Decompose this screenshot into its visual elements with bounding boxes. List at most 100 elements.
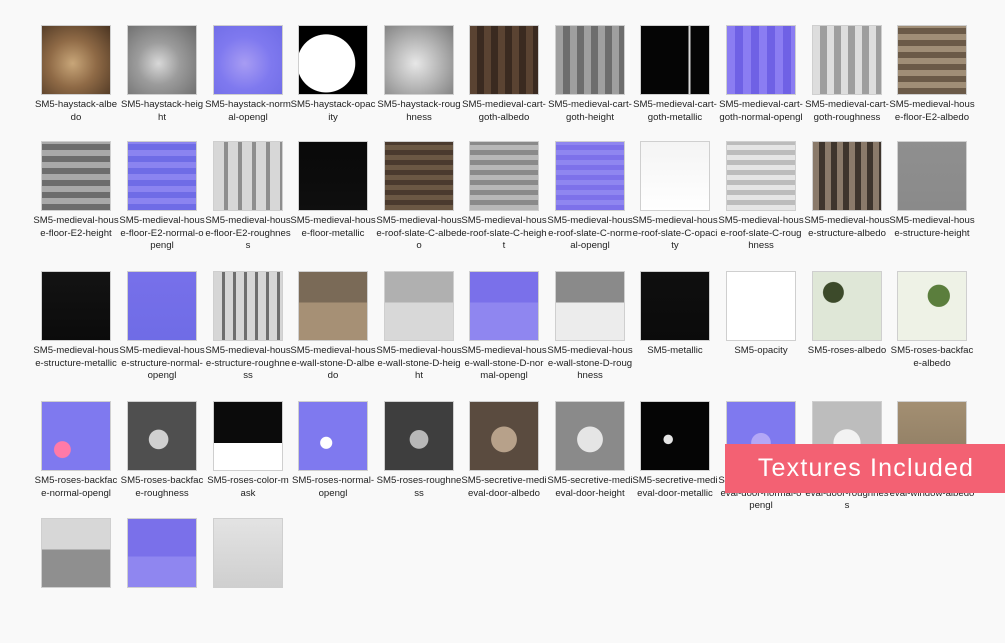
file-tile[interactable]: SM5-medieval-house-roof-slate-C-roughnes… [718,141,804,266]
texture-thumbnail [469,25,539,95]
file-name: SM5-medieval-house-floor-E2-normal-openg… [119,215,205,252]
file-tile[interactable]: SM5-medieval-house-structure-albedo [804,141,890,266]
texture-thumbnail [127,141,197,211]
file-name: SM5-medieval-house-structure-normal-open… [119,345,205,382]
texture-thumbnail [213,141,283,211]
file-name: SM5-medieval-house-floor-E2-height [33,215,119,239]
texture-thumbnail [213,271,283,341]
file-tile[interactable]: SM5-medieval-house-structure-height [889,141,975,266]
file-tile[interactable]: SM5-roses-backface-albedo [889,271,975,396]
file-tile[interactable]: SM5-medieval-house-wall-stone-D-albedo [290,271,376,396]
file-name: SM5-medieval-house-wall-stone-D-height [376,345,462,382]
file-tile[interactable]: SM5-haystack-opacity [290,25,376,150]
file-name: SM5-medieval-house-roof-slate-C-albedo [376,215,462,252]
file-tile[interactable]: SM5-medieval-house-floor-E2-normal-openg… [119,141,205,266]
file-name: SM5-medieval-cart-goth-albedo [462,99,546,123]
file-tile[interactable]: SM5-secretive-medieval-door-metallic [632,401,718,526]
file-name: SM5-roses-albedo [807,345,887,356]
file-tile[interactable]: SM5-medieval-house-wall-stone-D-roughnes… [547,271,633,396]
file-tile[interactable]: SM5-medieval-house-floor-E2-roughness [205,141,291,266]
file-tile[interactable]: SM5-medieval-house-structure-metallic [33,271,119,396]
texture-thumbnail [897,141,967,211]
file-tile[interactable]: SM5-medieval-house-wall-stone-D-height [376,271,462,396]
file-tile[interactable]: SM5-medieval-house-roof-slate-C-albedo [376,141,462,266]
file-tile[interactable]: SM5-metallic [632,271,718,396]
file-tile[interactable]: SM5-medieval-house-roof-slate-C-normal-o… [547,141,633,266]
texture-thumbnail [127,25,197,95]
file-tile[interactable]: SM5-medieval-cart-goth-albedo [461,25,547,150]
file-name: SM5-haystack-normal-opengl [205,99,291,123]
file-tile[interactable]: SM5-medieval-cart-goth-height [547,25,633,150]
file-tile[interactable]: SM5-haystack-height [119,25,205,150]
texture-thumbnail [897,25,967,95]
file-name: SM5-metallic [647,345,703,356]
file-tile[interactable]: SM5-roses-normal-opengl [290,401,376,526]
texture-thumbnail [298,271,368,341]
file-tile[interactable] [33,518,119,643]
texture-thumbnail [555,271,625,341]
file-tile[interactable]: SM5-medieval-house-structure-normal-open… [119,271,205,396]
file-tile[interactable]: SM5-secretive-medieval-door-height [547,401,633,526]
file-name: SM5-roses-backface-normal-opengl [34,475,118,499]
file-name: SM5-medieval-house-structure-albedo [804,215,890,239]
file-name: SM5-medieval-cart-goth-height [548,99,632,123]
texture-thumbnail [812,141,882,211]
file-name: SM5-roses-color-mask [207,475,289,499]
texture-thumbnail [469,271,539,341]
file-tile[interactable]: SM5-roses-backface-normal-opengl [33,401,119,526]
texture-thumbnail [213,518,283,588]
file-tile[interactable]: SM5-secretive-medieval-door-albedo [461,401,547,526]
texture-thumbnail [640,401,710,471]
file-name: SM5-medieval-cart-goth-roughness [805,99,889,123]
file-tile[interactable]: SM5-roses-color-mask [205,401,291,526]
texture-thumbnail [127,401,197,471]
file-tile[interactable]: SM5-roses-roughness [376,401,462,526]
texture-thumbnail [640,141,710,211]
file-name: SM5-secretive-medieval-door-albedo [461,475,547,499]
texture-thumbnail [897,271,967,341]
file-tile[interactable]: SM5-medieval-house-floor-E2-albedo [889,25,975,150]
file-tile[interactable]: SM5-medieval-house-floor-metallic [290,141,376,266]
texture-thumbnail [41,271,111,341]
file-tile[interactable]: SM5-medieval-house-floor-E2-height [33,141,119,266]
file-tile[interactable]: SM5-medieval-cart-goth-normal-opengl [718,25,804,150]
file-tile[interactable]: SM5-medieval-house-wall-stone-D-normal-o… [461,271,547,396]
texture-thumbnail [726,271,796,341]
file-name: SM5-opacity [734,345,788,356]
file-name: SM5-haystack-roughness [377,99,461,123]
file-name: SM5-secretive-medieval-door-height [547,475,633,499]
texture-thumbnail [298,141,368,211]
file-tile[interactable] [119,518,205,643]
file-name: SM5-medieval-house-roof-slate-C-height [461,215,547,252]
file-name: SM5-medieval-house-wall-stone-D-albedo [290,345,376,382]
texture-thumbnail [469,141,539,211]
file-name: SM5-medieval-house-wall-stone-D-roughnes… [547,345,633,382]
file-name: SM5-medieval-house-wall-stone-D-normal-o… [461,345,547,382]
file-tile[interactable]: SM5-medieval-cart-goth-roughness [804,25,890,150]
file-name: SM5-medieval-house-structure-height [889,215,975,239]
file-tile[interactable]: SM5-haystack-roughness [376,25,462,150]
file-tile[interactable]: SM5-roses-backface-roughness [119,401,205,526]
file-tile[interactable]: SM5-medieval-house-roof-slate-C-height [461,141,547,266]
file-name: SM5-medieval-house-roof-slate-C-roughnes… [718,215,804,252]
texture-thumbnail [384,401,454,471]
texture-thumbnail [384,141,454,211]
file-tile[interactable]: SM5-haystack-normal-opengl [205,25,291,150]
file-tile[interactable] [205,518,291,643]
texture-thumbnail [41,141,111,211]
file-name: SM5-medieval-house-floor-E2-roughness [205,215,291,252]
texture-thumbnail [640,25,710,95]
file-name: SM5-medieval-house-roof-slate-C-normal-o… [547,215,633,252]
texture-thumbnail [812,25,882,95]
file-tile[interactable]: SM5-medieval-house-structure-roughness [205,271,291,396]
texture-thumbnail [213,401,283,471]
file-name: SM5-roses-backface-roughness [120,475,204,499]
file-tile[interactable]: SM5-medieval-house-roof-slate-C-opacity [632,141,718,266]
file-tile[interactable]: SM5-haystack-albedo [33,25,119,150]
texture-thumbnail [298,25,368,95]
file-tile[interactable]: SM5-roses-albedo [804,271,890,396]
file-name: SM5-medieval-house-structure-roughness [205,345,291,382]
file-tile[interactable]: SM5-opacity [718,271,804,396]
texture-thumbnail [726,141,796,211]
file-tile[interactable]: SM5-medieval-cart-goth-metallic [632,25,718,150]
